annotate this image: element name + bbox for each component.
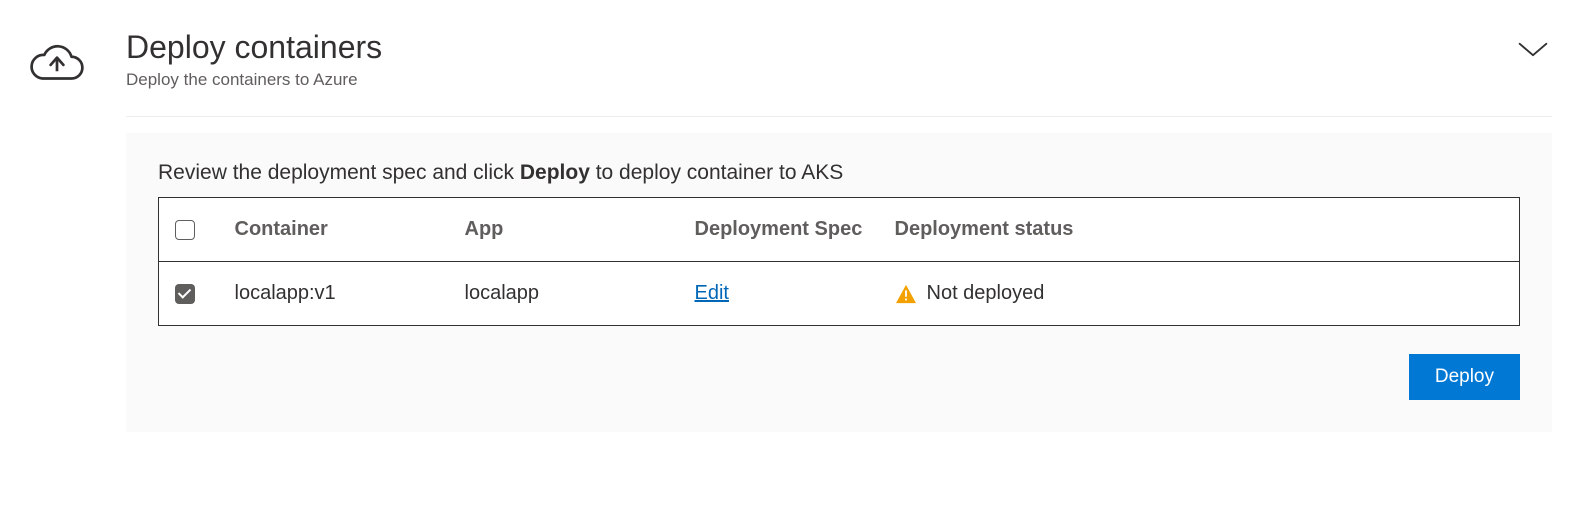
collapse-toggle[interactable] bbox=[1514, 40, 1552, 60]
header-spec: Deployment Spec bbox=[679, 198, 879, 262]
warning-icon bbox=[895, 284, 917, 304]
divider bbox=[126, 116, 1552, 117]
deploy-button[interactable]: Deploy bbox=[1409, 354, 1520, 400]
page-title: Deploy containers bbox=[126, 28, 382, 66]
cell-status: Not deployed bbox=[927, 282, 1045, 305]
header-app: App bbox=[449, 198, 679, 262]
table-header-row: Container App Deployment Spec Deployment… bbox=[159, 198, 1520, 262]
table-row: localapp:v1 localapp Edit bbox=[159, 262, 1520, 326]
row-checkbox[interactable] bbox=[175, 284, 195, 304]
cloud-upload-icon bbox=[28, 28, 86, 91]
deploy-panel: Review the deployment spec and click Dep… bbox=[126, 133, 1552, 432]
header-container: Container bbox=[219, 198, 449, 262]
edit-spec-link[interactable]: Edit bbox=[695, 282, 729, 304]
page-subtitle: Deploy the containers to Azure bbox=[126, 70, 382, 90]
cell-app: localapp bbox=[449, 262, 679, 326]
select-all-checkbox[interactable] bbox=[175, 220, 195, 240]
header-status: Deployment status bbox=[879, 198, 1520, 262]
cell-container: localapp:v1 bbox=[219, 262, 449, 326]
containers-table: Container App Deployment Spec Deployment… bbox=[158, 197, 1520, 326]
instruction-text: Review the deployment spec and click Dep… bbox=[158, 161, 1520, 185]
